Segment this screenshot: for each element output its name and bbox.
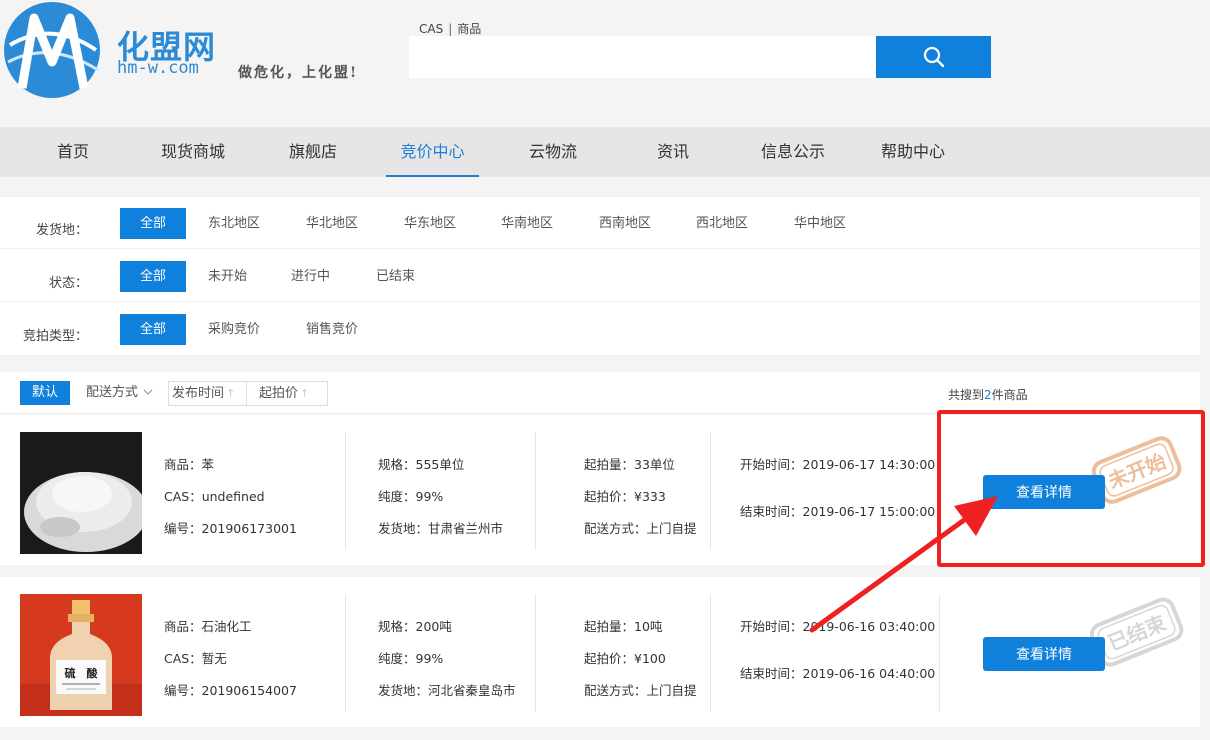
search-tab-separator: | [448, 22, 453, 36]
product-cas: CAS：undefined [164, 489, 265, 504]
filter-row-ship-from: 发货地： 全部 东北地区 华北地区 华东地区 华南地区 西南地区 西北地区 华中… [0, 197, 1200, 249]
chevron-down-icon [143, 389, 153, 395]
product-delivery: 配送方式：上门自提 [584, 683, 697, 698]
product-purity: 纯度：99% [378, 651, 444, 666]
search-tabs: CAS | 商品 [419, 20, 481, 37]
nav-item-home[interactable]: 首页 [36, 127, 110, 177]
filter-option-east[interactable]: 华东地区 [404, 208, 456, 239]
search-tab-goods[interactable]: 商品 [457, 22, 481, 36]
nav-item-cloud-logistics[interactable]: 云物流 [516, 127, 590, 177]
nav-item-public-info[interactable]: 信息公示 [748, 127, 838, 177]
divider [535, 594, 536, 712]
sort-default-button[interactable]: 默认 [20, 381, 70, 405]
product-delivery: 配送方式：上门自提 [584, 521, 697, 536]
brand-domain: hm-w.com [117, 58, 199, 78]
bottle-label-text: 硫 酸 [65, 666, 99, 680]
filter-label-status: 状态： [48, 276, 88, 291]
filter-option-north[interactable]: 华北地区 [306, 208, 358, 239]
filter-option-northwest[interactable]: 西北地区 [696, 208, 748, 239]
search-icon [923, 46, 944, 68]
sort-publish-time[interactable]: 发布时间 ↑ [172, 382, 247, 405]
view-details-button[interactable]: 查看详情 [983, 637, 1105, 671]
bid-end-time: 结束时间：2019-06-17 15:00:00 [740, 504, 936, 519]
filter-label-ship-from: 发货地： [35, 223, 88, 238]
filter-option-central[interactable]: 华中地区 [794, 208, 846, 239]
divider [345, 432, 346, 550]
product-image-sulfuric-acid[interactable]: 硫 酸 [20, 594, 142, 716]
bid-start-time: 开始时间：2019-06-16 03:40:00 [740, 619, 936, 634]
search-button[interactable] [876, 36, 991, 78]
product-start-price: 起拍价：¥333 [584, 489, 666, 504]
sort-publish-time-label: 发布时间 [172, 386, 225, 401]
filter-option-all[interactable]: 全部 [120, 208, 186, 239]
listing-card: 硫 酸 商品：石油化工 CAS：暂无 编号：201906154007 规格：20… [0, 577, 1200, 727]
search-tab-cas[interactable]: CAS [419, 22, 443, 36]
divider [535, 432, 536, 550]
divider [710, 432, 711, 550]
nav-item-news[interactable]: 资讯 [636, 127, 710, 177]
sort-group: 发布时间 ↑ 起拍价 ↑ [168, 381, 328, 406]
arrow-up-icon: ↑ [226, 387, 236, 400]
site-header: 化盟网 hm-w.com 做危化，上化盟! CAS | 商品 [0, 0, 1210, 127]
nav-item-flagship[interactable]: 旗舰店 [276, 127, 350, 177]
product-min-qty: 起拍量：10吨 [584, 619, 663, 634]
result-count-prefix: 共搜到 [948, 388, 985, 402]
nav-item-spot-mall[interactable]: 现货商城 [150, 127, 236, 177]
filter-row-status: 状态： 全部 未开始 进行中 已结束 [0, 250, 1200, 302]
product-cas: CAS：暂无 [164, 651, 227, 666]
product-code: 编号：201906173001 [164, 521, 297, 536]
product-code: 编号：201906154007 [164, 683, 297, 698]
nav-item-help-center[interactable]: 帮助中心 [868, 127, 958, 177]
status-option-in-progress[interactable]: 进行中 [291, 261, 330, 292]
brand-slogan: 做危化，上化盟! [238, 65, 359, 81]
product-name: 商品：石油化工 [164, 619, 252, 634]
product-spec: 规格：555单位 [378, 457, 465, 472]
bid-start-time: 开始时间：2019-06-17 14:30:00 [740, 457, 936, 472]
search-input[interactable] [409, 36, 876, 78]
sort-delivery-dropdown[interactable]: 配送方式 [86, 381, 153, 405]
listing-card: 商品：苯 CAS：undefined 编号：201906173001 规格：55… [0, 415, 1200, 565]
product-name: 商品：苯 [164, 457, 215, 472]
filter-row-bid-type: 竞拍类型： 全部 采购竞价 销售竞价 [0, 303, 1200, 355]
product-ship-from: 发货地：甘肃省兰州市 [378, 521, 504, 536]
status-option-ended[interactable]: 已结束 [376, 261, 415, 292]
bid-type-option-all[interactable]: 全部 [120, 314, 186, 345]
nav-item-bidding-center[interactable]: 竞价中心 [386, 127, 479, 177]
filter-option-south[interactable]: 华南地区 [501, 208, 553, 239]
divider [710, 594, 711, 712]
result-count-suffix: 件商品 [991, 388, 1028, 402]
divider [939, 594, 940, 712]
result-count: 共搜到2件商品 [948, 386, 1028, 403]
sort-bar: 默认 配送方式 发布时间 ↑ 起拍价 ↑ 共搜到2件商品 [0, 372, 1200, 414]
divider [345, 594, 346, 712]
bid-type-option-purchase[interactable]: 采购竞价 [208, 314, 260, 345]
sort-delivery-label: 配送方式 [86, 385, 139, 400]
main-nav: 首页 现货商城 旗舰店 竞价中心 云物流 资讯 信息公示 帮助中心 [0, 127, 1210, 177]
product-start-price: 起拍价：¥100 [584, 651, 666, 666]
sort-start-price[interactable]: 起拍价 ↑ [259, 382, 309, 405]
status-option-not-started[interactable]: 未开始 [208, 261, 247, 292]
status-option-all[interactable]: 全部 [120, 261, 186, 292]
result-count-number: 2 [984, 388, 992, 402]
sort-start-price-label: 起拍价 [259, 386, 299, 401]
product-ship-from: 发货地：河北省秦皇岛市 [378, 683, 516, 698]
filter-option-northeast[interactable]: 东北地区 [208, 208, 260, 239]
view-details-button[interactable]: 查看详情 [983, 475, 1105, 509]
bid-end-time: 结束时间：2019-06-16 04:40:00 [740, 666, 936, 681]
bid-type-option-sales[interactable]: 销售竞价 [306, 314, 358, 345]
filter-label-bid-type: 竞拍类型： [22, 329, 88, 344]
product-purity: 纯度：99% [378, 489, 444, 504]
product-image-powder[interactable] [20, 432, 142, 554]
filter-option-southwest[interactable]: 西南地区 [599, 208, 651, 239]
product-min-qty: 起拍量：33单位 [584, 457, 675, 472]
arrow-up-icon: ↑ [300, 387, 310, 400]
hm-logo-icon[interactable] [0, 0, 110, 105]
product-spec: 规格：200吨 [378, 619, 452, 634]
filter-panel: 发货地： 全部 东北地区 华北地区 华东地区 华南地区 西南地区 西北地区 华中… [0, 197, 1200, 355]
